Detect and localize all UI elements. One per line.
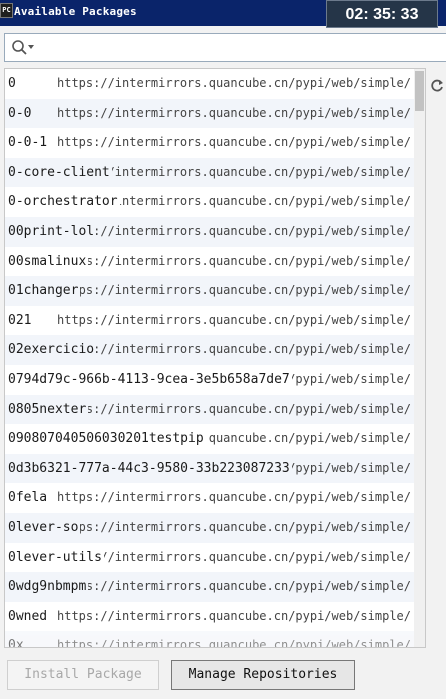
package-repository-url: https://intermirrors.quancube.cn/pypi/we… xyxy=(57,253,412,268)
refresh-icon[interactable] xyxy=(430,78,444,94)
package-name: 0fela xyxy=(8,490,50,506)
package-name: 01changer xyxy=(8,283,81,299)
app-icon: PC xyxy=(0,3,13,18)
list-item[interactable]: https://intermirrors.quancube.cn/pypi/we… xyxy=(5,483,425,513)
package-name: 02exercicio xyxy=(8,342,97,358)
list-item[interactable]: https://intermirrors.quancube.cn/pypi/we… xyxy=(5,157,425,188)
list-item[interactable]: https://intermirrors.quancube.cn/pypi/we… xyxy=(5,394,425,425)
list-item[interactable]: https://intermirrors.quancube.cn/pypi/we… xyxy=(5,602,425,632)
package-name: 0-0-1 xyxy=(8,135,50,151)
package-name: 0x xyxy=(8,638,26,647)
package-name: 0 xyxy=(8,76,18,91)
package-list[interactable]: https://intermirrors.quancube.cn/pypi/we… xyxy=(4,68,426,648)
search-icon[interactable] xyxy=(11,39,35,57)
list-item[interactable]: https://intermirrors.quancube.cn/pypi/we… xyxy=(5,306,425,336)
package-repository-url: https://intermirrors.quancube.cn/pypi/we… xyxy=(57,105,412,120)
package-name: 0-0 xyxy=(8,105,34,121)
list-item[interactable]: https://intermirrors.quancube.cn/pypi/we… xyxy=(5,453,425,484)
list-item[interactable]: https://intermirrors.quancube.cn/pypi/we… xyxy=(5,128,425,158)
package-repository-url: https://intermirrors.quancube.cn/pypi/we… xyxy=(57,638,412,648)
package-repository-url: https://intermirrors.quancube.cn/pypi/we… xyxy=(57,579,412,594)
package-repository-url: https://intermirrors.quancube.cn/pypi/we… xyxy=(57,490,412,505)
package-name: 090807040506030201testpip xyxy=(8,431,206,447)
package-repository-url: https://intermirrors.quancube.cn/pypi/we… xyxy=(57,608,412,623)
package-repository-url: https://intermirrors.quancube.cn/pypi/we… xyxy=(57,223,412,238)
package-name: 021 xyxy=(8,312,34,328)
list-item[interactable]: https://intermirrors.quancube.cn/pypi/we… xyxy=(5,335,425,365)
package-name: 0-core-client xyxy=(8,164,112,180)
list-item[interactable]: https://intermirrors.quancube.cn/pypi/we… xyxy=(5,424,425,454)
search-bar[interactable] xyxy=(4,33,446,62)
package-name: 0-orchestrator xyxy=(8,194,120,210)
package-repository-url: https://intermirrors.quancube.cn/pypi/we… xyxy=(57,549,412,564)
package-repository-url: https://intermirrors.quancube.cn/pypi/we… xyxy=(57,76,412,90)
list-item[interactable]: https://intermirrors.quancube.cn/pypi/we… xyxy=(5,512,425,543)
search-input[interactable] xyxy=(37,36,441,60)
clock-display: 02: 35: 33 xyxy=(326,0,438,28)
install-package-button[interactable]: Install Package xyxy=(7,660,159,690)
package-name: 0805nexter xyxy=(8,401,89,417)
window-title: Available Packages xyxy=(14,5,137,18)
list-item[interactable]: https://intermirrors.quancube.cn/pypi/we… xyxy=(5,572,425,602)
list-item[interactable]: https://intermirrors.quancube.cn/pypi/we… xyxy=(5,365,425,395)
package-repository-url: https://intermirrors.quancube.cn/pypi/we… xyxy=(57,342,412,357)
package-name: 0d3b6321-777a-44c3-9580-33b223087233 xyxy=(8,460,292,476)
package-repository-url: https://intermirrors.quancube.cn/pypi/we… xyxy=(57,519,412,534)
package-name: 0lever-utils xyxy=(8,549,104,565)
list-item[interactable]: https://intermirrors.quancube.cn/pypi/we… xyxy=(5,69,425,99)
list-item[interactable]: https://intermirrors.quancube.cn/pypi/we… xyxy=(5,631,425,648)
list-item[interactable]: https://intermirrors.quancube.cn/pypi/we… xyxy=(5,276,425,306)
list-item[interactable]: https://intermirrors.quancube.cn/pypi/we… xyxy=(5,98,425,129)
package-repository-url: https://intermirrors.quancube.cn/pypi/we… xyxy=(57,283,412,298)
package-repository-url: https://intermirrors.quancube.cn/pypi/we… xyxy=(57,312,412,327)
package-name: 0794d79c-966b-4113-9cea-3e5b658a7de7 xyxy=(8,371,292,387)
package-repository-url: https://intermirrors.quancube.cn/pypi/we… xyxy=(57,135,412,150)
scrollbar-thumb[interactable] xyxy=(415,71,424,111)
package-name: 00print-lol xyxy=(8,223,97,239)
list-scrollbar[interactable] xyxy=(414,69,425,647)
list-item[interactable]: https://intermirrors.quancube.cn/pypi/we… xyxy=(5,216,425,247)
package-repository-url: https://intermirrors.quancube.cn/pypi/we… xyxy=(57,401,412,416)
package-name: 0wdg9nbmpm xyxy=(8,579,89,595)
manage-repositories-button[interactable]: Manage Repositories xyxy=(171,660,355,690)
list-item[interactable]: https://intermirrors.quancube.cn/pypi/we… xyxy=(5,187,425,217)
package-name: 00smalinux xyxy=(8,253,89,269)
list-item[interactable]: https://intermirrors.quancube.cn/pypi/we… xyxy=(5,543,425,573)
package-name: 0lever-so xyxy=(8,519,81,535)
list-item[interactable]: https://intermirrors.quancube.cn/pypi/we… xyxy=(5,247,425,277)
package-name: 0wned xyxy=(8,608,50,624)
